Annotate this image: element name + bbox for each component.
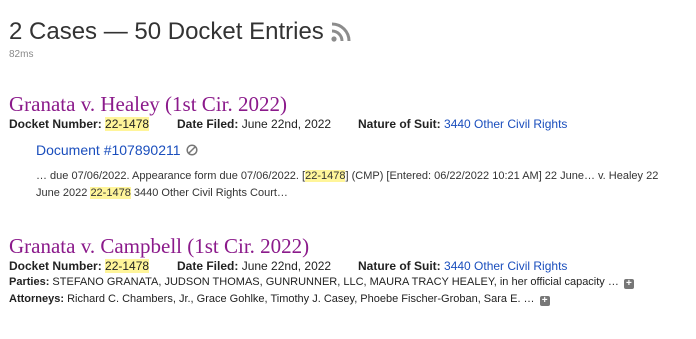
rss-icon[interactable] [330,21,352,43]
case-result: Granata v. Campbell (1st Cir. 2022) Dock… [9,234,689,308]
title-row: 2 Cases — 50 Docket Entries [9,18,352,46]
page-title: 2 Cases — 50 Docket Entries [9,18,324,45]
document-snippet: … due 07/06/2022. Appearance form due 07… [36,170,659,199]
date-filed-value: June 22nd, 2022 [241,259,332,273]
nature-of-suit: Nature of Suit: 3440 Other Civil Rights [358,117,568,131]
case-meta: Docket Number: 22-1478 Date Filed: June … [9,258,689,274]
document-link[interactable]: Document #107890211 [36,142,181,158]
query-timing: 82ms [9,49,34,60]
nature-of-suit-link[interactable]: 3440 Other Civil Rights [444,259,567,273]
date-filed: Date Filed: June 22nd, 2022 [177,117,332,131]
date-filed: Date Filed: June 22nd, 2022 [177,259,332,273]
case-title-link[interactable]: Granata v. Campbell (1st Cir. 2022) [9,234,689,258]
docket-number-value: 22-1478 [105,259,150,273]
case-title-link[interactable]: Granata v. Healey (1st Cir. 2022) [9,92,689,116]
unavailable-icon [185,144,198,156]
parties-value: STEFANO GRANATA, JUDSON THOMAS, GUNRUNNE… [52,276,619,288]
attorneys-line: Attorneys: Richard C. Chambers, Jr., Gra… [9,291,689,308]
document-block: Document #107890211 … due 07/06/2022. Ap… [36,142,689,202]
date-filed-value: June 22nd, 2022 [241,117,332,131]
docket-number-value: 22-1478 [105,117,150,131]
results-header: 2 Cases — 50 Docket Entries 82ms [9,18,352,60]
nature-of-suit: Nature of Suit: 3440 Other Civil Rights [358,259,568,273]
nature-of-suit-link[interactable]: 3440 Other Civil Rights [444,117,567,131]
case-meta: Docket Number: 22-1478 Date Filed: June … [9,116,689,132]
attorneys-value: Richard C. Chambers, Jr., Grace Gohlke, … [67,293,535,305]
docket-number: Docket Number: 22-1478 [9,117,150,131]
expand-parties-icon[interactable]: + [623,279,634,289]
case-result: Granata v. Healey (1st Cir. 2022) Docket… [9,92,689,202]
docket-number: Docket Number: 22-1478 [9,259,150,273]
expand-attorneys-icon[interactable]: + [539,296,550,306]
parties-line: Parties: STEFANO GRANATA, JUDSON THOMAS,… [9,274,689,291]
